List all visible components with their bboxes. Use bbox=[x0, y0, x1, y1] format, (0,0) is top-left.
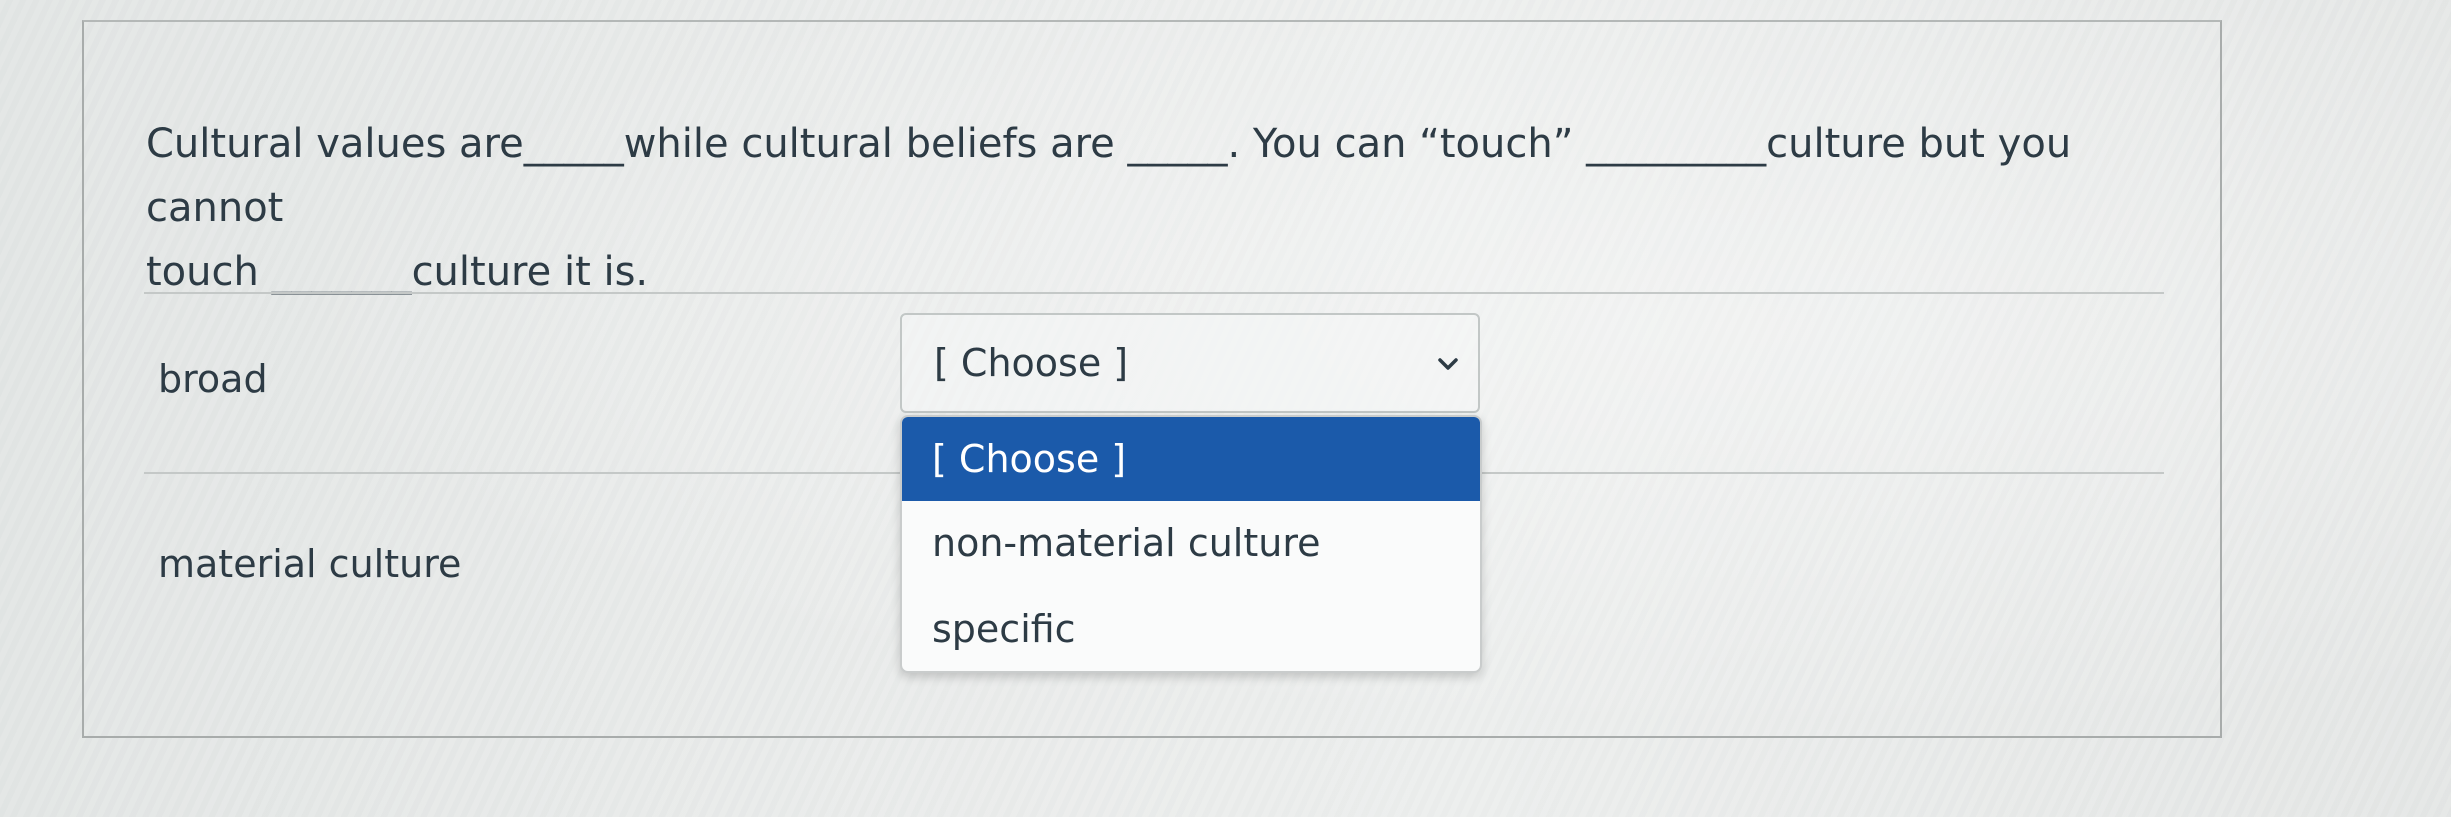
question-line-2: touch _______culture it is. bbox=[146, 249, 649, 295]
dropdown-option-non-material-culture[interactable]: non-material culture bbox=[902, 501, 1480, 585]
answer-select-broad[interactable]: [ Choose ] bbox=[900, 313, 1480, 413]
answer-label-broad: broad bbox=[158, 357, 268, 401]
question-text: Cultural values are_____while cultural b… bbox=[146, 112, 2206, 304]
row-divider-1 bbox=[144, 292, 2164, 294]
chevron-down-icon bbox=[1438, 358, 1458, 370]
select-current-value: [ Choose ] bbox=[934, 341, 1129, 385]
dropdown-option-choose[interactable]: [ Choose ] bbox=[902, 417, 1480, 501]
answer-label-material-culture: material culture bbox=[158, 542, 462, 586]
dropdown-options-list: [ Choose ] non-material culture specific bbox=[900, 415, 1482, 673]
dropdown-option-specific[interactable]: specific bbox=[902, 587, 1480, 671]
question-line-1: Cultural values are_____while cultural b… bbox=[146, 121, 2072, 231]
